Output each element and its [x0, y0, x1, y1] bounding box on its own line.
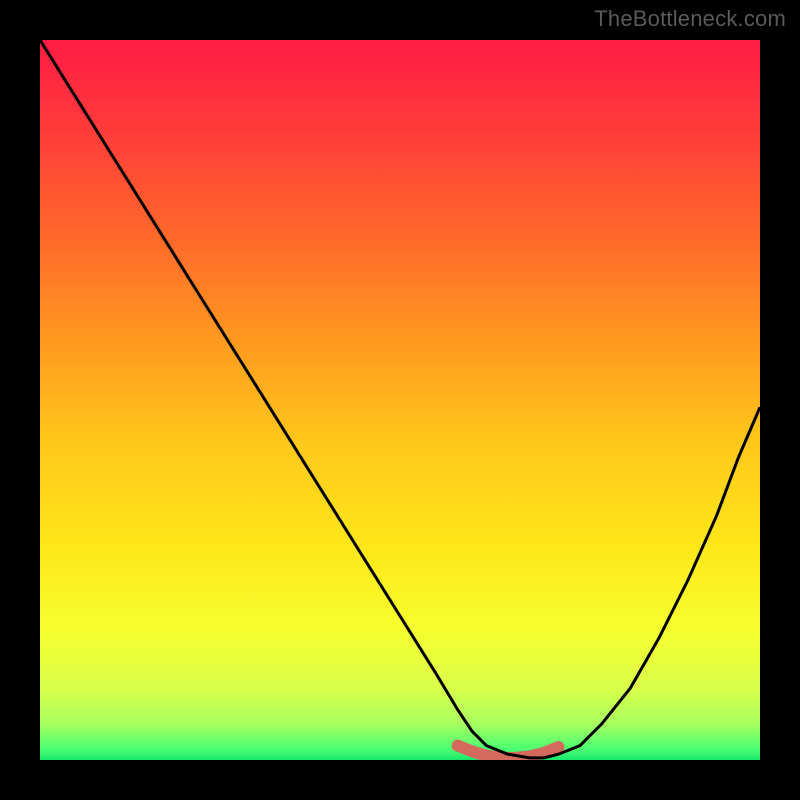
plot-area: [40, 40, 760, 760]
watermark-text: TheBottleneck.com: [594, 6, 786, 32]
bottleneck-chart: [40, 40, 760, 760]
chart-frame: TheBottleneck.com: [0, 0, 800, 800]
